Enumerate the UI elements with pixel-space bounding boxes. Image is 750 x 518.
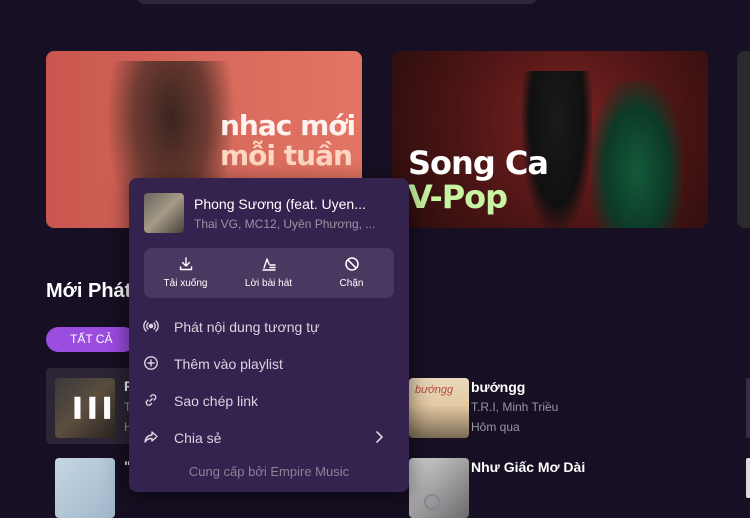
playing-bars-icon: ▍▍▍ [75,398,115,418]
menu-item-label: Sao chép link [174,393,259,409]
context-song-title: Phong Sương (feat. Uyen... [194,196,366,212]
song-context-menu: Phong Sương (feat. Uyen... Thai VG, MC12… [129,178,409,492]
share-icon [143,429,159,445]
song-title[interactable]: Như Giấc Mơ Dài [471,459,585,475]
chevron-right-icon [371,429,387,445]
song-title[interactable]: bướngg [471,379,525,395]
banner-title-line2: mỗi tuần [220,139,353,172]
menu-item-add-to-playlist[interactable]: Thêm vào playlist [129,345,409,382]
banner-title: nhac mới mỗi tuần [220,109,356,172]
song-cover-partial[interactable] [746,378,750,438]
search-bar[interactable] [136,0,538,4]
block-icon [310,256,393,272]
download-icon [144,256,227,272]
block-label: Chặn [339,278,364,289]
banner-title-line1: nhac mới [220,109,356,142]
menu-item-label: Chia sẻ [174,430,222,446]
provider-credit: Cung cấp bởi Empire Music [188,464,350,479]
lyrics-icon [227,256,310,272]
context-song-cover [144,193,184,233]
menu-item-label: Phát nội dung tương tự [174,319,320,335]
song-time: Hôm qua [471,420,520,434]
filter-chip-all[interactable]: TẤT CẢ [46,327,137,352]
banner-title-line2: V-Pop [408,178,508,216]
download-button[interactable]: Tải xuống [144,248,227,298]
song-cover[interactable] [55,458,115,518]
cover-text: bướngg [415,384,454,396]
song-cover[interactable] [409,458,469,518]
radio-icon [143,318,159,334]
section-title: Mới Phát [46,280,132,302]
download-label: Tải xuống [163,278,208,289]
song-cover[interactable]: bướngg [409,378,469,438]
song-cover-partial[interactable] [746,458,750,498]
menu-item-copy-link[interactable]: Sao chép link [129,382,409,419]
banner-title-line1: Song Ca [408,144,549,182]
menu-item-label: Thêm vào playlist [174,356,283,372]
song-artists[interactable]: T.R.I, Minh Triều [471,400,558,414]
player-control-icon[interactable] [424,494,440,510]
context-song-artists: Thai VG, MC12, Uyên Phương, ... [194,217,376,231]
lyrics-label: Lời bài hát [244,278,293,289]
add-circle-icon [143,355,159,371]
song-cover[interactable]: ▍▍▍ [55,378,115,438]
menu-item-share[interactable]: Chia sẻ [129,419,409,456]
context-quick-actions: Tải xuống Lời bài hát Chặn [144,248,394,298]
banner-song-ca-vpop[interactable]: Song Ca V-Pop [392,51,708,228]
lyrics-button[interactable]: Lời bài hát [227,248,310,298]
banner-next[interactable] [737,51,750,228]
link-icon [143,392,159,408]
block-button[interactable]: Chặn [310,248,393,298]
banner-artist-image [592,81,682,228]
menu-item-play-similar[interactable]: Phát nội dung tương tự [129,308,409,345]
banner-title: Song Ca V-Pop [408,144,549,216]
